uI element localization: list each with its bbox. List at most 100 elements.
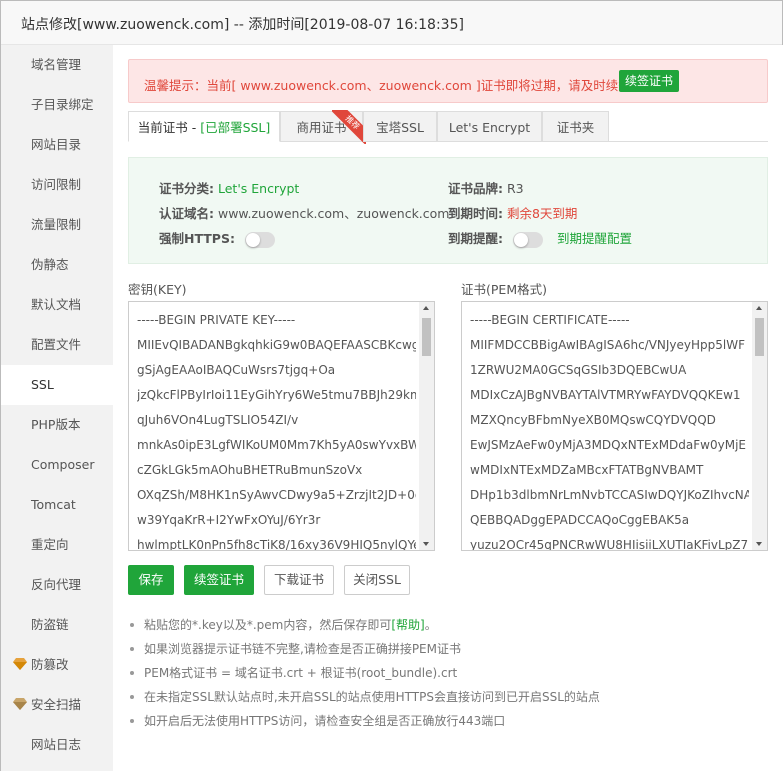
cert-line: QEBBQADggEPADCCAQoCggEBAK5a: [470, 513, 690, 527]
sidebar-item-label: 默认文档: [31, 297, 82, 312]
sidebar-item-composer[interactable]: Composer: [1, 445, 113, 485]
tab-commercial-cert[interactable]: 商用证书 推荐: [280, 110, 366, 144]
sidebar-item-traffic-limit[interactable]: 流量限制: [1, 205, 113, 245]
tip-item: 如果浏览器提示证书链不完整,请检查是否正确拼接PEM证书: [128, 637, 461, 661]
ssl-status: [已部署SSL]: [200, 120, 271, 135]
scroll-down-icon[interactable]: [423, 542, 429, 546]
sidebar-item-label: 伪静态: [31, 257, 69, 272]
close-icon[interactable]: [772, 1, 782, 11]
sidebar-item-label: 反向代理: [31, 577, 82, 592]
tab-cert-folder[interactable]: 证书夹: [542, 111, 609, 142]
cert-line: MDIxCzAJBgNVBAYTAlVTMRYwFAYDVQQKEw1: [470, 388, 741, 402]
scroll-up-icon[interactable]: [756, 306, 762, 310]
sidebar-item-label: Tomcat: [31, 497, 76, 512]
cert-scrollbar[interactable]: [752, 302, 767, 550]
dialog-title: 站点修改[www.zuowenck.com] -- 添加时间[2019-08-0…: [21, 17, 464, 33]
sidebar-item-label: 访问限制: [31, 177, 82, 192]
close-ssl-button[interactable]: 关闭SSL: [344, 565, 410, 595]
save-button[interactable]: 保存: [128, 565, 174, 595]
sidebar-item-reverse-proxy[interactable]: 反向代理: [1, 565, 113, 605]
sidebar-item-ssl[interactable]: SSL: [1, 365, 113, 405]
info-label: 证书品牌:: [448, 181, 503, 196]
cert-textarea[interactable]: -----BEGIN CERTIFICATE----- MIIFMDCCBBig…: [461, 301, 768, 551]
scroll-down-icon[interactable]: [756, 542, 762, 546]
tab-label: 证书夹: [556, 120, 595, 135]
sidebar-item-php-version[interactable]: PHP版本: [1, 405, 113, 445]
sidebar: 域名管理 子目录绑定 网站目录 访问限制 流量限制 伪静态 默认文档 配置文件 …: [1, 45, 113, 771]
sidebar-item-default-doc[interactable]: 默认文档: [1, 285, 113, 325]
expiry-remind-toggle[interactable]: [512, 231, 543, 248]
key-content: -----BEGIN PRIVATE KEY----- MIIEvQIBADAN…: [137, 308, 416, 551]
bullet-icon: [130, 718, 134, 723]
sidebar-item-tomcat[interactable]: Tomcat: [1, 485, 113, 525]
sidebar-item-domain-manage[interactable]: 域名管理: [1, 45, 113, 85]
sidebar-item-tamper-proof[interactable]: 防篡改: [1, 645, 113, 685]
cert-line: MIIFMDCCBBigAwIBAgISA6hc/VNJyeyHpp5lWF: [470, 338, 746, 352]
tab-label: 宝塔SSL: [376, 120, 424, 135]
cert-line: yuzu2OCr45qPNCRwWU8HIisiiLXUTIaKFivLpZ7: [470, 538, 749, 551]
tab-current-cert[interactable]: 当前证书 - [已部署SSL]: [128, 111, 280, 142]
cert-brand: 证书品牌: R3: [448, 178, 524, 197]
sidebar-item-site-dir[interactable]: 网站目录: [1, 125, 113, 165]
tab-baota-ssl[interactable]: 宝塔SSL: [363, 111, 437, 142]
tip-item: 在未指定SSL默认站点时,未开启SSL的站点使用HTTPS会直接访问到已开启SS…: [128, 685, 600, 709]
sidebar-item-config-file[interactable]: 配置文件: [1, 325, 113, 365]
warning-text: 温馨提示：当前[ www.zuowenck.com、zuowenck.com ]…: [144, 78, 631, 93]
force-https: 强制HTTPS:: [159, 228, 275, 248]
key-line: hwlmptLK0nPn5fh8cTiK8/16xy36V9HIQ5nylQYe: [137, 538, 416, 551]
download-cert-button[interactable]: 下载证书: [264, 565, 334, 595]
sidebar-item-label: 防盗链: [31, 617, 69, 632]
sidebar-item-hotlink[interactable]: 防盗链: [1, 605, 113, 645]
key-line: w39YqaKrR+I2YwFxOYuJ/6Yr3r: [137, 513, 321, 527]
expiry-remind: 到期提醒: 到期提醒配置: [448, 228, 632, 248]
info-label: 强制HTTPS:: [159, 231, 235, 246]
key-line: -----BEGIN PRIVATE KEY-----: [137, 313, 296, 327]
sidebar-item-security-scan[interactable]: 安全扫描: [1, 685, 113, 725]
info-label: 到期提醒:: [448, 231, 503, 246]
scroll-up-icon[interactable]: [423, 306, 429, 310]
diamond-icon: [13, 698, 27, 710]
sidebar-item-access-limit[interactable]: 访问限制: [1, 165, 113, 205]
renew-cert-button[interactable]: 续签证书: [184, 565, 254, 595]
scroll-thumb[interactable]: [422, 318, 431, 356]
tip-text: 。: [424, 618, 437, 632]
recommend-badge: 推荐: [332, 110, 366, 144]
sidebar-item-label: 网站日志: [31, 737, 82, 752]
sidebar-item-rewrite[interactable]: 伪静态: [1, 245, 113, 285]
key-line: jzQkcFlPByIrIoi11EyGihYry6We5tmu7BBJh29k…: [137, 388, 416, 402]
cert-line: 1ZRWU2MA0GCSqGSIb3DQEBCwUA: [470, 363, 687, 377]
ssl-panel: 温馨提示：当前[ www.zuowenck.com、zuowenck.com ]…: [113, 45, 783, 771]
key-line: MIIEvQIBADANBgkqhkiG9w0BAQEFAASCBKcwg: [137, 338, 416, 352]
sidebar-item-label: 安全扫描: [31, 697, 82, 712]
sidebar-item-label: 流量限制: [31, 217, 82, 232]
info-label: 认证域名:: [159, 206, 214, 221]
bullet-icon: [130, 622, 134, 627]
remind-config-link[interactable]: 到期提醒配置: [557, 231, 632, 246]
key-textarea[interactable]: -----BEGIN PRIVATE KEY----- MIIEvQIBADAN…: [128, 301, 435, 551]
cert-category: 证书分类: Let's Encrypt: [159, 178, 299, 197]
info-label: 到期时间:: [448, 206, 503, 221]
sidebar-item-label: 防篡改: [31, 657, 69, 672]
sidebar-item-subdir-bind[interactable]: 子目录绑定: [1, 85, 113, 125]
tip-text: 如果浏览器提示证书链不完整,请检查是否正确拼接PEM证书: [144, 642, 461, 656]
sidebar-item-site-log[interactable]: 网站日志: [1, 725, 113, 765]
tip-item: PEM格式证书 = 域名证书.crt + 根证书(root_bundle).cr…: [128, 661, 457, 685]
key-line: OXqZSh/M8HK1nSyAwvCDwy9a5+ZrzjIt2JD+0q: [137, 488, 416, 502]
bullet-icon: [130, 694, 134, 699]
cert-line: wMDIxNTExMDZaMBcxFTATBgNVBAMT: [470, 463, 704, 477]
renew-warning-button[interactable]: 续签证书: [619, 70, 679, 92]
dialog-titlebar[interactable]: 站点修改[www.zuowenck.com] -- 添加时间[2019-08-0…: [1, 1, 782, 45]
cert-label: 证书(PEM格式): [461, 282, 547, 297]
sidebar-item-redirect[interactable]: 重定向: [1, 525, 113, 565]
tab-label: Let's Encrypt: [448, 120, 531, 135]
cert-domains: 认证域名: www.zuowenck.com、zuowenck.com: [159, 203, 449, 222]
sidebar-item-label: 域名管理: [31, 57, 82, 72]
tab-lets-encrypt[interactable]: Let's Encrypt: [437, 111, 542, 142]
cert-line: MZXQncyBFbmNyeXB0MQswCQYDVQQD: [470, 413, 716, 427]
key-line: gSjAgEAAoIBAQCuWsrs7tjgq+Oa: [137, 363, 336, 377]
scroll-thumb[interactable]: [755, 318, 764, 356]
diamond-icon: [13, 658, 27, 670]
key-scrollbar[interactable]: [419, 302, 434, 550]
help-link[interactable]: [帮助]: [391, 618, 424, 632]
force-https-toggle[interactable]: [244, 231, 275, 248]
